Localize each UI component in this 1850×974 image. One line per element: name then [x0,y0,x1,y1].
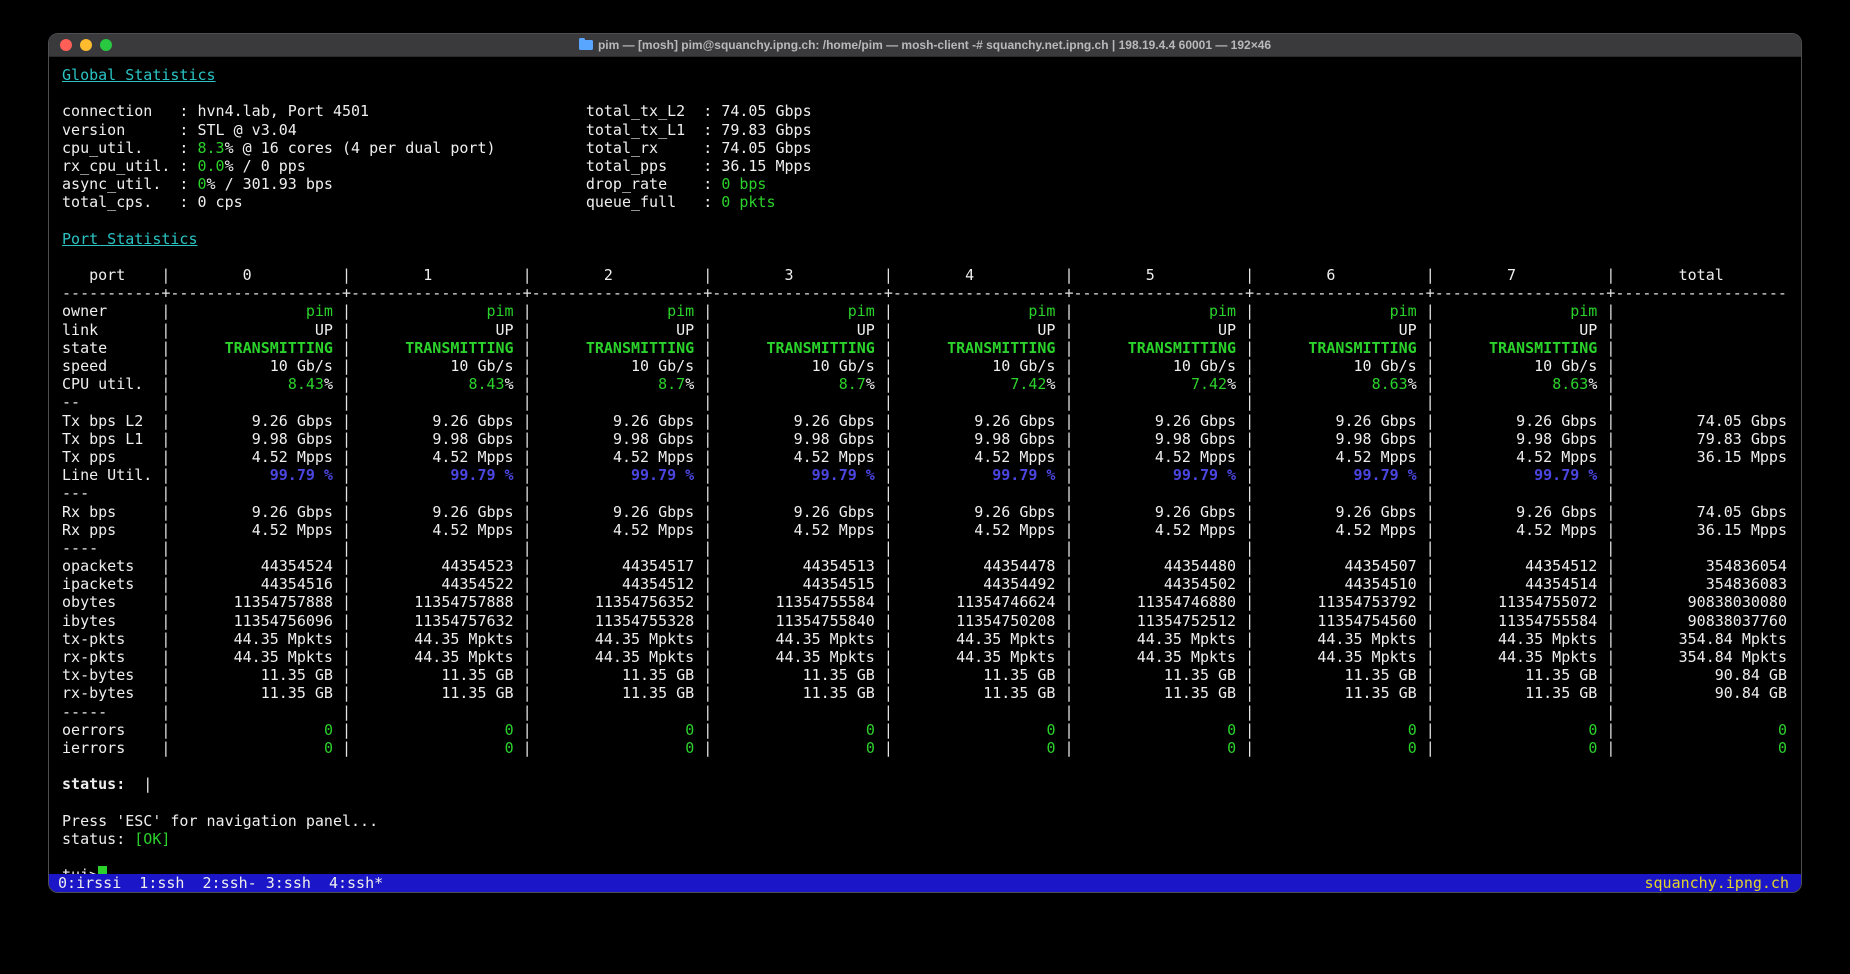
port-table-row: ----- | | | | | | | | | [53,703,1801,721]
terminal-window: pim — [mosh] pim@squanchy.ipng.ch: /home… [48,33,1802,893]
esc-hint-line: Press 'ESC' for navigation panel... [53,812,1801,830]
port-table-row: speed | 10 Gb/s | 10 Gb/s | 10 Gb/s | 10… [53,357,1801,375]
traffic-lights [60,34,112,56]
port-table-row: rx-pkts | 44.35 Mpkts | 44.35 Mpkts | 44… [53,648,1801,666]
port-table-row: Line Util. | 99.79 % | 99.79 % | 99.79 %… [53,466,1801,484]
port-table-row: CPU util. | 8.43% | 8.43% | 8.7% | 8.7% … [53,375,1801,393]
blank-line [53,84,1801,102]
window-title-text: pim — [mosh] pim@squanchy.ipng.ch: /home… [598,38,1271,52]
zoom-button[interactable] [100,39,112,51]
port-table-row: ---- | | | | | | | | | [53,539,1801,557]
port-table-row: ipackets | 44354516 | 44354522 | 4435451… [53,575,1801,593]
window-titlebar[interactable]: pim — [mosh] pim@squanchy.ipng.ch: /home… [49,34,1801,57]
terminal-output: Global Statistics connection : hvn4.lab,… [53,66,1801,884]
global-stat-row: total_cps. : 0 cps queue_full : 0 pkts [53,193,1801,211]
blank-line [53,248,1801,266]
port-table-row: owner | pim | pim | pim | pim | pim | pi… [53,302,1801,320]
port-table-row: rx-bytes | 11.35 GB | 11.35 GB | 11.35 G… [53,684,1801,702]
port-statistics-heading: Port Statistics [53,230,1801,248]
blank-line [53,848,1801,866]
desktop-background: pim — [mosh] pim@squanchy.ipng.ch: /home… [0,0,1850,974]
port-table-row: -- | | | | | | | | | [53,393,1801,411]
blank-line [53,757,1801,775]
tmux-window-list[interactable]: 0:irssi 1:ssh 2:ssh- 3:ssh 4:ssh* [49,874,383,893]
port-table-header: port | 0 | 1 | 2 | 3 | 4 | 5 | 6 | 7 | t… [53,266,1801,284]
port-table-row: Tx bps L1 | 9.98 Gbps | 9.98 Gbps | 9.98… [53,430,1801,448]
tmux-status-bar: 0:irssi 1:ssh 2:ssh- 3:ssh 4:ssh* squanc… [49,874,1801,893]
port-table-row: Tx pps | 4.52 Mpps | 4.52 Mpps | 4.52 Mp… [53,448,1801,466]
port-table-row: Rx pps | 4.52 Mpps | 4.52 Mpps | 4.52 Mp… [53,521,1801,539]
blank-line [53,212,1801,230]
port-table-row: tx-bytes | 11.35 GB | 11.35 GB | 11.35 G… [53,666,1801,684]
port-table-row: opackets | 44354524 | 44354523 | 4435451… [53,557,1801,575]
window-title: pim — [mosh] pim@squanchy.ipng.ch: /home… [579,38,1271,52]
port-table-row: ierrors | 0 | 0 | 0 | 0 | 0 | 0 | 0 | 0 … [53,739,1801,757]
status-ok-line: status: [OK] [53,830,1801,848]
port-table-row: state | TRANSMITTING | TRANSMITTING | TR… [53,339,1801,357]
tmux-hostname: squanchy.ipng.ch [1645,874,1802,893]
global-statistics-heading: Global Statistics [53,66,1801,84]
global-stat-row: cpu_util. : 8.3% @ 16 cores (4 per dual … [53,139,1801,157]
status-spinner-line: status: | [53,775,1801,793]
minimize-button[interactable] [80,39,92,51]
global-stat-row: rx_cpu_util. : 0.0% / 0 pps total_pps : … [53,157,1801,175]
port-table-row: --- | | | | | | | | | [53,484,1801,502]
global-stat-row: version : STL @ v3.04 total_tx_L1 : 79.8… [53,121,1801,139]
port-table-row: oerrors | 0 | 0 | 0 | 0 | 0 | 0 | 0 | 0 … [53,721,1801,739]
port-table-row: obytes | 11354757888 | 11354757888 | 113… [53,593,1801,611]
port-table-row: Rx bps | 9.26 Gbps | 9.26 Gbps | 9.26 Gb… [53,503,1801,521]
port-table-row: tx-pkts | 44.35 Mpkts | 44.35 Mpkts | 44… [53,630,1801,648]
port-table-row: link | UP | UP | UP | UP | UP | UP | UP … [53,321,1801,339]
terminal-screen[interactable]: Global Statistics connection : hvn4.lab,… [49,57,1801,893]
folder-icon [579,40,593,50]
global-stat-row: async_util. : 0% / 301.93 bps drop_rate … [53,175,1801,193]
global-stat-row: connection : hvn4.lab, Port 4501 total_t… [53,102,1801,120]
port-table-row: Tx bps L2 | 9.26 Gbps | 9.26 Gbps | 9.26… [53,412,1801,430]
port-table-row: ibytes | 11354756096 | 11354757632 | 113… [53,612,1801,630]
blank-line [53,794,1801,812]
port-table-separator: -----------+-------------------+--------… [53,284,1801,302]
close-button[interactable] [60,39,72,51]
